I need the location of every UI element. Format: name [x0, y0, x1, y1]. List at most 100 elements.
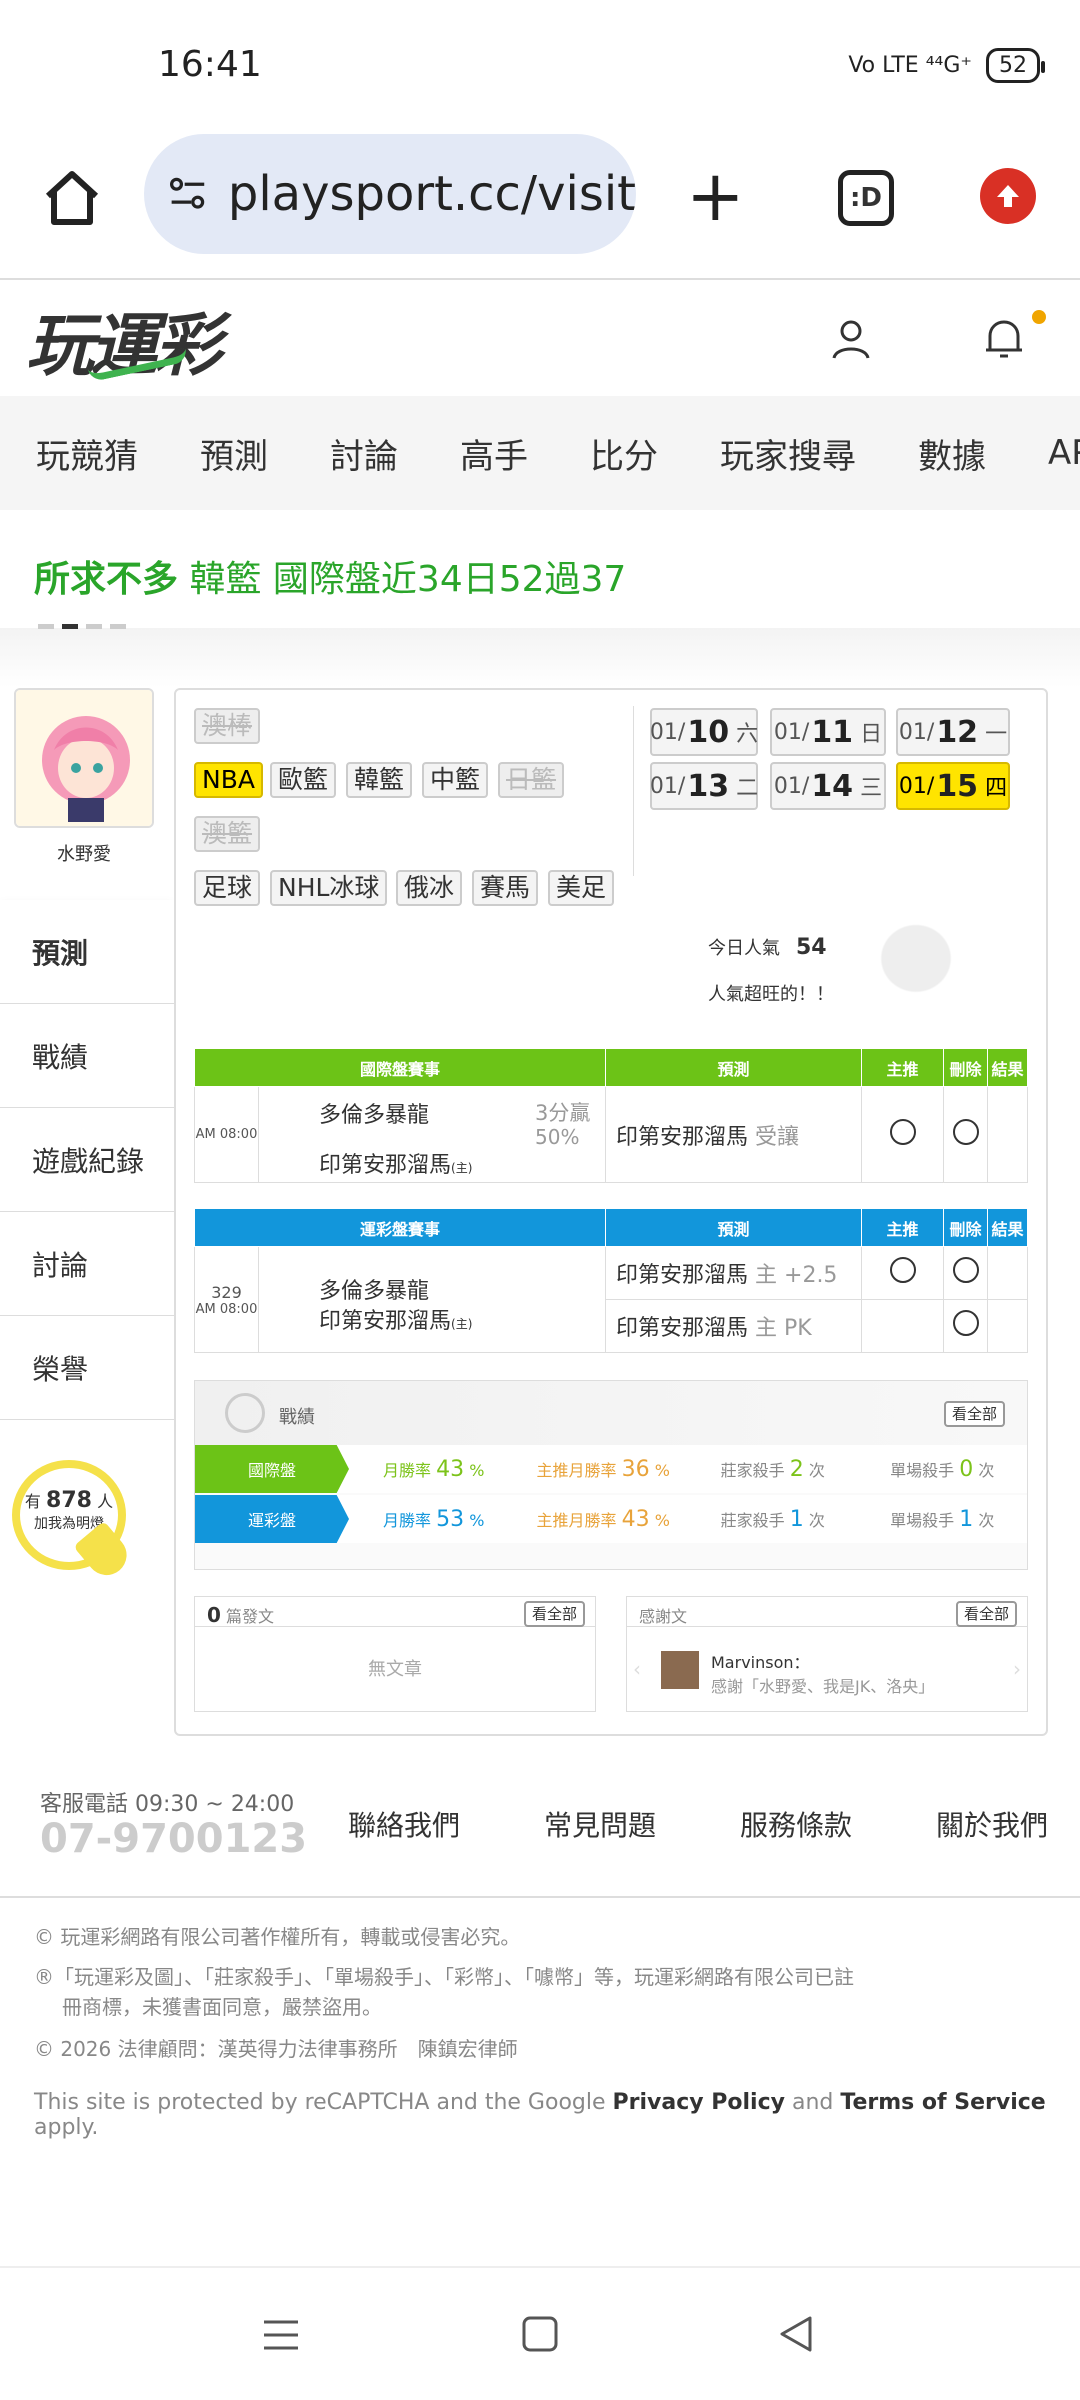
pick-cell: 印第安那溜馬 主 PK — [605, 1299, 862, 1353]
prev-icon[interactable]: ‹ — [633, 1657, 641, 1681]
phone-number[interactable]: 07-9700123 — [40, 1816, 307, 1862]
back-icon[interactable] — [776, 2314, 816, 2354]
divider — [0, 278, 1080, 280]
new-tab-icon[interactable]: + — [686, 161, 745, 231]
record-row-lottery: 運彩盤 月勝率 53 % 主推月勝率 43 % 莊家殺手 1 次 單場殺手 1 … — [195, 1495, 1027, 1543]
league-chip-nfl[interactable]: 美足 — [548, 870, 615, 906]
privacy-link[interactable]: Privacy Policy — [613, 2090, 785, 2115]
footer-link-contact[interactable]: 聯絡我們 — [348, 1804, 460, 1844]
pick-cell: 印第安那溜馬 主 +2.5 — [605, 1246, 862, 1300]
col-header: 結果 — [987, 1208, 1028, 1247]
status-icons: Vo LTE ⁴⁴G⁺ 52 — [848, 48, 1045, 83]
post-label: 篇發文 — [226, 1607, 275, 1626]
network-indicator: Vo LTE ⁴⁴G⁺ — [848, 53, 972, 78]
league-chip-euro[interactable]: 歐籃 — [270, 762, 337, 798]
home-nav-icon[interactable] — [520, 2314, 560, 2354]
next-icon[interactable]: › — [1013, 1657, 1021, 1681]
footer-link-faq[interactable]: 常見問題 — [544, 1804, 656, 1844]
delete-radio[interactable] — [952, 1118, 979, 1145]
system-nav-bar — [0, 2266, 1080, 2400]
delete-radio[interactable] — [952, 1310, 979, 1336]
side-tab-predict[interactable]: 預測 — [0, 900, 174, 1004]
thanks-user[interactable]: Marvinson： — [711, 1649, 810, 1673]
legal-advisor: © 2026 法律顧問：漢英得力法律事務所 陳鎮宏律師 — [34, 2037, 518, 2061]
date-0115[interactable]: 01/15 四 — [896, 762, 1010, 810]
side-tab-game-log[interactable]: 遊戲紀錄 — [0, 1108, 174, 1212]
nav-item-guess[interactable]: 玩競猜 — [36, 429, 138, 478]
record-cell: 月勝率 53 % — [383, 1506, 485, 1532]
popularity-value: 54 — [796, 935, 827, 960]
league-chip-china[interactable]: 中籃 — [422, 762, 489, 798]
nav-item-data[interactable]: 數據 — [918, 429, 986, 478]
line-pct: 50% — [535, 1125, 580, 1149]
battery-icon: 52 — [986, 48, 1045, 83]
home-icon[interactable] — [40, 166, 104, 230]
post-count: 0 — [207, 1603, 221, 1627]
posts-panel: 0 篇發文 看全部 無文章 — [194, 1596, 596, 1712]
date-0110[interactable]: 01/10 六 — [650, 708, 758, 756]
site-logo[interactable]: 玩運彩 — [26, 290, 222, 389]
side-tab-honor[interactable]: 榮譽 — [0, 1316, 174, 1420]
announcement-marquee[interactable]: 所求不多 韓籃 國際盤近34日52過37 — [34, 550, 626, 602]
side-tab-record[interactable]: 戰績 — [0, 1004, 174, 1108]
league-chip-soccer[interactable]: 足球 — [194, 870, 261, 906]
record-box: 戰績 看全部 國際盤 月勝率 43 % 主推月勝率 36 % 莊家殺手 2 次 … — [194, 1380, 1028, 1570]
thanks-title: 感謝文 — [639, 1607, 688, 1626]
league-chip-aus-basketball: 澳籃 — [194, 816, 261, 852]
nav-item-scores[interactable]: 比分 — [590, 429, 658, 478]
league-chip-nba[interactable]: NBA — [194, 762, 263, 798]
footer-link-about[interactable]: 關於我們 — [936, 1804, 1048, 1844]
league-chip-russia-hockey[interactable]: 俄冰 — [396, 870, 463, 906]
table-row: 329 AM 08:00 多倫多暴龍 印第安那溜馬(主) 印第安那溜馬 主 +2.… — [194, 1246, 1028, 1353]
site-settings-icon[interactable] — [170, 174, 206, 214]
nav-item-app[interactable]: APP — [1048, 433, 1080, 473]
trademark-line2: 冊商標，未獲書面同意，嚴禁盜用。 — [62, 1995, 382, 2019]
menu-icon[interactable] — [262, 2316, 300, 2354]
update-icon[interactable] — [980, 168, 1036, 224]
league-chip-nhl[interactable]: NHL冰球 — [270, 870, 388, 906]
date-0111[interactable]: 01/11 日 — [770, 708, 886, 756]
side-tab-discuss[interactable]: 討論 — [0, 1212, 174, 1316]
tab-switcher-button[interactable]: :D — [838, 170, 894, 226]
band-bg — [0, 628, 1080, 688]
date-0114[interactable]: 01/14 三 — [770, 762, 886, 810]
date-0112[interactable]: 01/12 一 — [896, 708, 1010, 756]
tos-link[interactable]: Terms of Service — [840, 2090, 1045, 2115]
nav-item-discuss[interactable]: 討論 — [330, 429, 398, 478]
mascot-image — [856, 920, 976, 1016]
copyright: © 玩運彩網路有限公司著作權所有，轉載或侵害必究。 — [34, 1925, 521, 1949]
bell-icon[interactable] — [982, 316, 1026, 362]
col-header: 預測 — [605, 1048, 862, 1087]
league-chip-korea[interactable]: 韓籃 — [346, 762, 413, 798]
address-bar[interactable]: playsport.cc/visit — [144, 134, 636, 254]
main-pick-radio[interactable] — [889, 1257, 916, 1283]
nav-item-player-search[interactable]: 玩家搜尋 — [720, 429, 856, 478]
nav-item-experts[interactable]: 高手 — [460, 429, 528, 478]
thanks-text: 感謝「水野愛、我是JK、洛央」 — [711, 1677, 935, 1696]
main-pick-radio[interactable] — [889, 1118, 916, 1145]
posts-more-button[interactable]: 看全部 — [523, 1601, 585, 1627]
recaptcha-notice: This site is protected by reCAPTCHA and … — [34, 2090, 1046, 2140]
nav-item-predict[interactable]: 預測 — [200, 429, 268, 478]
footer-links: 聯絡我們 常見問題 服務條款 關於我們 — [348, 1804, 1048, 1844]
record-cell: 莊家殺手 2 次 — [720, 1456, 825, 1482]
thanks-more-button[interactable]: 看全部 — [955, 1601, 1017, 1627]
user-icon[interactable] — [830, 318, 872, 360]
game-info: 329 AM 08:00 — [194, 1246, 259, 1353]
delete-radio[interactable] — [952, 1257, 979, 1283]
league-chip-horse[interactable]: 賽馬 — [472, 870, 539, 906]
empty-posts: 無文章 — [368, 1659, 422, 1680]
record-row-intl: 國際盤 月勝率 43 % 主推月勝率 36 % 莊家殺手 2 次 單場殺手 0 … — [195, 1445, 1027, 1493]
fans-prefix: 有 — [24, 1492, 41, 1511]
thanks-avatar[interactable] — [661, 1651, 699, 1689]
footer-link-terms[interactable]: 服務條款 — [740, 1804, 852, 1844]
league-chip-aus-baseball: 澳棒 — [194, 708, 261, 744]
date-0113[interactable]: 01/13 二 — [650, 762, 758, 810]
record-cell: 主推月勝率 43 % — [536, 1506, 670, 1532]
record-cell: 主推月勝率 36 % — [536, 1456, 670, 1482]
lottery-table: 運彩盤賽事 預測 主推 刪除 結果 329 AM 08:00 多倫多暴龍 印第安那… — [194, 1208, 1028, 1353]
fans-suffix: 人 — [97, 1492, 114, 1511]
home-team: 印第安那溜馬(主) — [319, 1153, 473, 1178]
record-more-button[interactable]: 看全部 — [943, 1401, 1005, 1427]
avatar[interactable] — [14, 688, 154, 828]
